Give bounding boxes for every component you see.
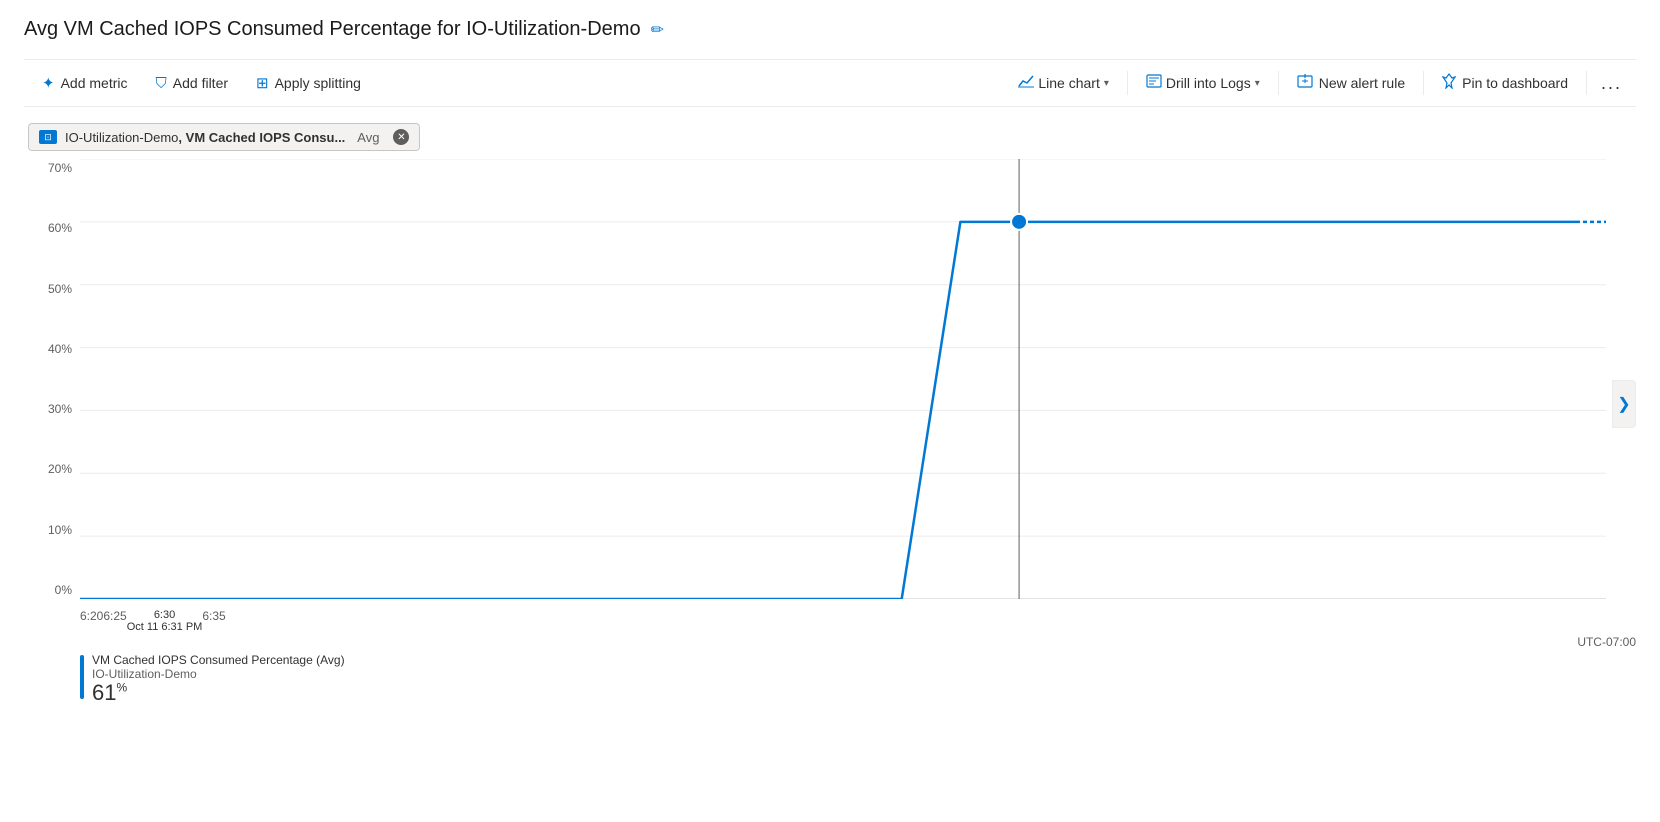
legend-source: IO-Utilization-Demo (92, 667, 345, 681)
y-label-60: 60% (48, 221, 72, 235)
add-metric-icon: ✦ (42, 74, 55, 92)
vm-name: IO-Utilization-Demo (65, 130, 178, 145)
toolbar-left: ✦ Add metric ⛉ Add filter ⊞ Apply splitt… (28, 63, 1004, 103)
x-label-630: 6:30 (154, 609, 175, 621)
y-label-10: 10% (48, 523, 72, 537)
toolbar-divider-4 (1586, 71, 1587, 95)
x-axis-labels: 6:20 6:25 6:30 Oct 11 6:31 PM 6:35 (80, 609, 1606, 633)
y-label-70: 70% (48, 161, 72, 175)
legend-value-unit: % (116, 681, 127, 695)
metric-tag-area: ⊡ IO-Utilization-Demo, VM Cached IOPS Co… (24, 123, 1636, 151)
x-label-625: 6:25 (103, 609, 126, 623)
chart-datapoint (1011, 214, 1027, 230)
legend-item: VM Cached IOPS Consumed Percentage (Avg)… (80, 653, 1636, 705)
y-label-30: 30% (48, 402, 72, 416)
alert-rule-icon (1297, 73, 1313, 93)
legend-series-name: VM Cached IOPS Consumed Percentage (Avg) (92, 653, 345, 667)
legend-area: VM Cached IOPS Consumed Percentage (Avg)… (24, 653, 1636, 705)
metric-name: VM Cached IOPS Consu... (186, 130, 346, 145)
legend-color-bar (80, 655, 84, 699)
legend-value: 61% (92, 681, 345, 705)
metric-tag-avg: Avg (357, 130, 379, 145)
toolbar-right: Line chart ▾ Drill into Logs ▾ (1004, 63, 1632, 103)
y-label-0: 0% (55, 583, 72, 597)
drill-into-logs-label: Drill into Logs (1166, 75, 1251, 91)
pin-to-dashboard-button[interactable]: Pin to dashboard (1428, 63, 1582, 103)
chart-svg-area[interactable] (80, 159, 1606, 599)
metric-tag-close-button[interactable]: ✕ (393, 129, 409, 145)
more-options-button[interactable]: ... (1591, 63, 1632, 103)
line-chart-dropdown-arrow: ▾ (1104, 78, 1109, 89)
apply-splitting-icon: ⊞ (256, 74, 269, 92)
y-label-20: 20% (48, 462, 72, 476)
metric-tag: ⊡ IO-Utilization-Demo, VM Cached IOPS Co… (28, 123, 420, 151)
title-row: Avg VM Cached IOPS Consumed Percentage f… (24, 18, 1636, 41)
pin-icon (1442, 73, 1456, 93)
apply-splitting-button[interactable]: ⊞ Apply splitting (242, 63, 375, 103)
utc-label: UTC-07:00 (1577, 635, 1636, 649)
new-alert-rule-label: New alert rule (1319, 75, 1405, 91)
drill-logs-icon (1146, 74, 1162, 92)
expand-chart-button[interactable]: ❯ (1612, 380, 1636, 428)
edit-icon[interactable]: ✏ (651, 20, 664, 40)
add-metric-button[interactable]: ✦ Add metric (28, 63, 142, 103)
chart-svg (80, 159, 1606, 599)
pin-to-dashboard-label: Pin to dashboard (1462, 75, 1568, 91)
x-label-631: 6:30 Oct 11 6:31 PM (127, 609, 203, 633)
more-options-label: ... (1601, 73, 1622, 94)
legend-text: VM Cached IOPS Consumed Percentage (Avg)… (92, 653, 345, 705)
line-chart-label: Line chart (1038, 75, 1099, 91)
vm-icon: ⊡ (39, 130, 57, 144)
line-chart-button[interactable]: Line chart ▾ (1004, 63, 1123, 103)
x-label-635: 6:35 (202, 609, 225, 623)
x-label-tooltip-time: Oct 11 6:31 PM (127, 621, 203, 633)
add-filter-icon: ⛉ (156, 75, 167, 92)
toolbar-divider-2 (1278, 71, 1279, 95)
add-filter-label: Add filter (173, 75, 228, 91)
drill-into-logs-button[interactable]: Drill into Logs ▾ (1132, 63, 1274, 103)
legend-value-number: 61 (92, 680, 116, 705)
x-label-620: 6:20 (80, 609, 103, 623)
page-title: Avg VM Cached IOPS Consumed Percentage f… (24, 18, 641, 41)
toolbar: ✦ Add metric ⛉ Add filter ⊞ Apply splitt… (24, 59, 1636, 107)
apply-splitting-label: Apply splitting (275, 75, 361, 91)
add-filter-button[interactable]: ⛉ Add filter (142, 63, 243, 103)
metric-tag-text: IO-Utilization-Demo, VM Cached IOPS Cons… (65, 130, 345, 145)
toolbar-divider-1 (1127, 71, 1128, 95)
line-chart-icon (1018, 74, 1034, 92)
y-label-50: 50% (48, 282, 72, 296)
main-page: Avg VM Cached IOPS Consumed Percentage f… (0, 0, 1660, 822)
expand-icon: ❯ (1617, 394, 1630, 414)
new-alert-rule-button[interactable]: New alert rule (1283, 63, 1419, 103)
drill-dropdown-arrow: ▾ (1255, 78, 1260, 89)
add-metric-label: Add metric (61, 75, 128, 91)
y-label-40: 40% (48, 342, 72, 356)
chart-container: 70% 60% 50% 40% 30% 20% 10% 0% (24, 159, 1636, 649)
toolbar-divider-3 (1423, 71, 1424, 95)
y-axis-labels: 70% 60% 50% 40% 30% 20% 10% 0% (24, 159, 76, 599)
